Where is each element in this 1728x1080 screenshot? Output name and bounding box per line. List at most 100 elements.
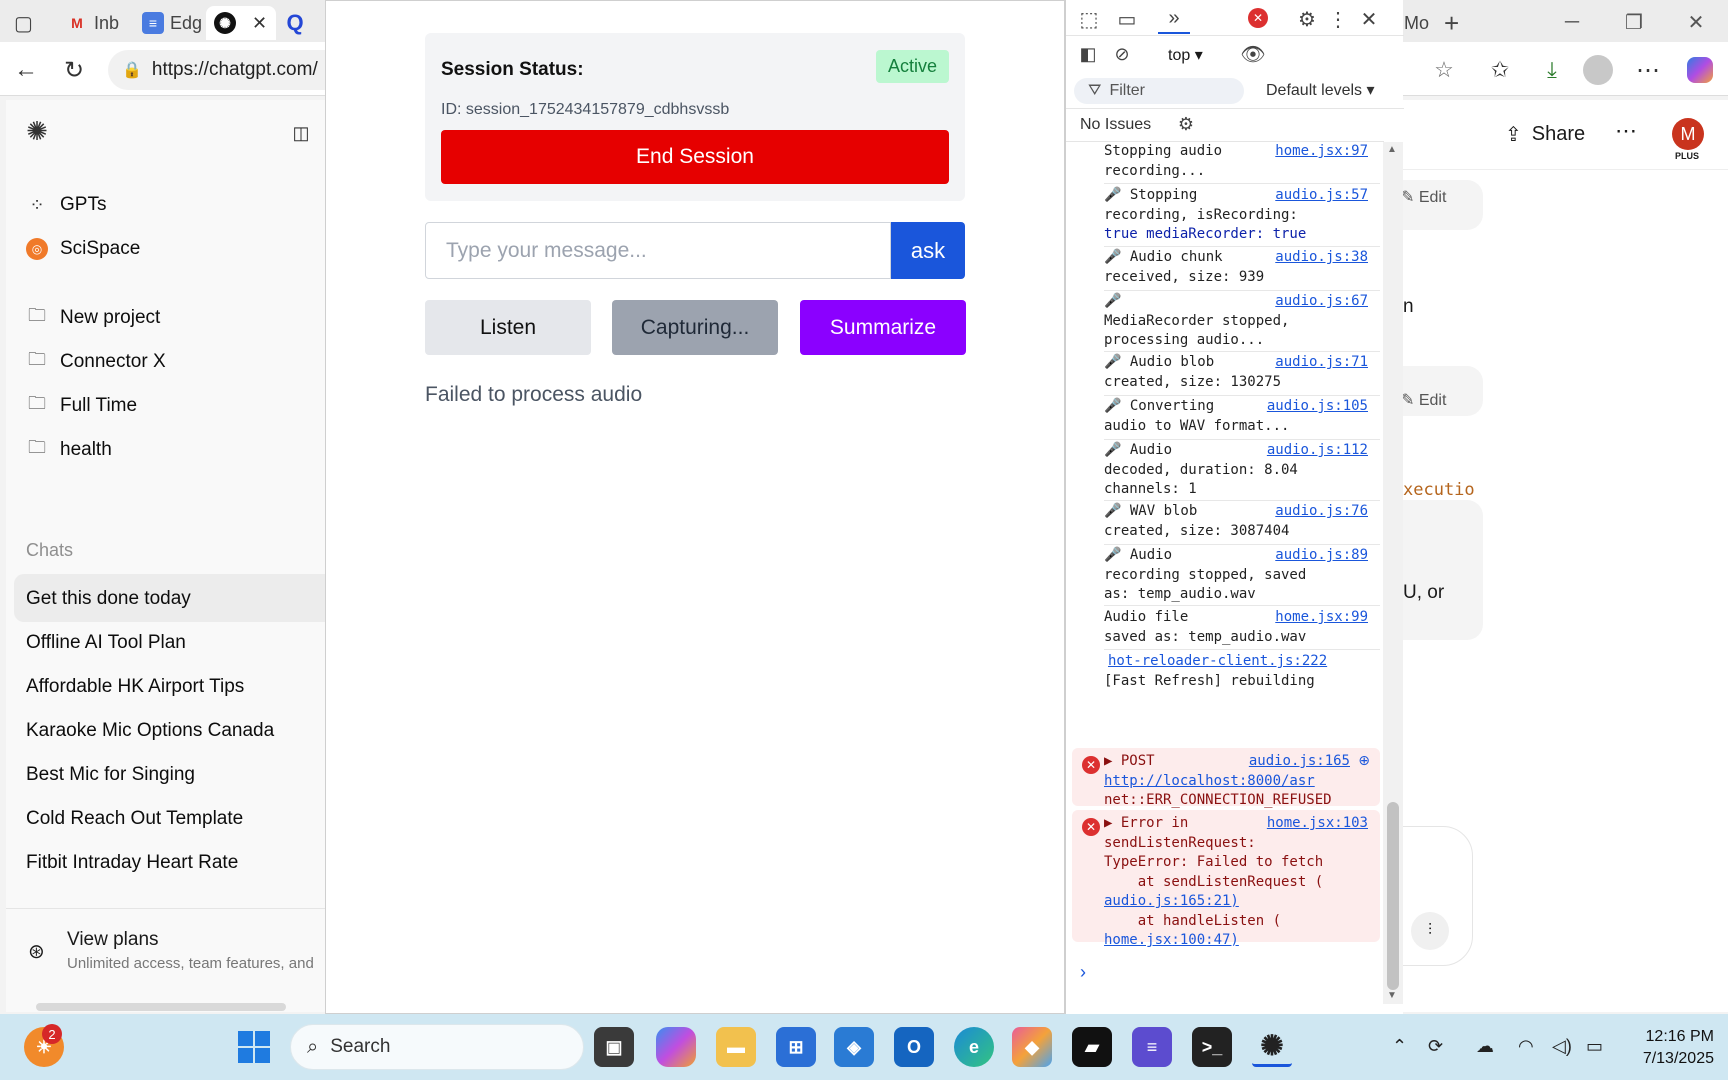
chat-item[interactable]: Get this done today: [26, 588, 191, 610]
share-button[interactable]: ⇪ Share: [1505, 122, 1585, 147]
error-count-icon[interactable]: ✕: [1248, 8, 1268, 28]
tab-docs[interactable]: ≡ Edg: [142, 6, 202, 40]
tab-right[interactable]: Mo: [1404, 6, 1429, 40]
stack-link[interactable]: home.jsx:100:47): [1104, 931, 1372, 951]
listen-button[interactable]: Listen: [425, 300, 591, 355]
console-settings-icon[interactable]: ⚙: [1174, 112, 1198, 136]
tab-chatgpt[interactable]: ✺ ✕: [206, 6, 276, 40]
network-icon[interactable]: ⊕: [1358, 752, 1370, 772]
sidebar-item-health[interactable]: 🗀 health: [26, 437, 112, 461]
wifi-icon[interactable]: ◠: [1518, 1036, 1534, 1057]
tray-overflow-icon[interactable]: ⌃: [1392, 1036, 1407, 1057]
copilot-app-icon[interactable]: [656, 1027, 696, 1067]
more-options-icon[interactable]: ⋯: [1615, 118, 1637, 144]
request-url-link[interactable]: http://localhost:8000/asr: [1104, 772, 1372, 792]
capturing-button[interactable]: Capturing...: [612, 300, 778, 355]
devtools-menu-icon[interactable]: ⋮: [1328, 6, 1348, 32]
settings-icon[interactable]: ⚙: [1294, 6, 1320, 32]
log-source-link[interactable]: audio.js:105: [1264, 397, 1368, 417]
store-icon[interactable]: ⊞: [776, 1027, 816, 1067]
end-session-button[interactable]: End Session: [441, 130, 949, 184]
log-source-link[interactable]: audio.js:76: [1273, 502, 1368, 522]
task-view-icon[interactable]: ▣: [594, 1027, 634, 1067]
live-expression-icon[interactable]: 👁: [1238, 42, 1268, 66]
edge-icon[interactable]: e: [954, 1027, 994, 1067]
favorite-icon[interactable]: ☆: [1426, 52, 1462, 88]
stack-link[interactable]: audio.js:165:21): [1104, 892, 1372, 912]
volume-icon[interactable]: ◁): [1552, 1036, 1572, 1057]
device-toolbar-icon[interactable]: ▭: [1114, 6, 1140, 32]
sidebar-item-gpts[interactable]: ⁘ GPTs: [26, 194, 106, 216]
log-source-link[interactable]: audio.js:165: [1246, 752, 1350, 772]
chat-item[interactable]: Karaoke Mic Options Canada: [26, 720, 274, 742]
voice-mode-icon[interactable]: ⫶: [1411, 912, 1449, 950]
sidebar-panel-icon[interactable]: ◧: [1076, 42, 1100, 66]
sidebar-item-scispace[interactable]: ◎ SciSpace: [26, 238, 140, 260]
chat-item[interactable]: Fitbit Intraday Heart Rate: [26, 852, 238, 874]
apps-icon[interactable]: ◆: [1012, 1027, 1052, 1067]
sidebar-scrollbar[interactable]: [36, 1003, 286, 1011]
more-tabs-icon[interactable]: »: [1158, 4, 1190, 34]
cursor-app-icon[interactable]: ▰: [1072, 1027, 1112, 1067]
edit-button[interactable]: ✎ Edit: [1401, 187, 1446, 207]
log-source-link[interactable]: home.jsx:97: [1273, 142, 1368, 162]
log-levels-dropdown[interactable]: Default levels ▾: [1266, 80, 1375, 100]
notes-app-icon[interactable]: ≡: [1132, 1027, 1172, 1067]
log-source-link[interactable]: audio.js:67: [1273, 292, 1368, 312]
taskbar-search[interactable]: ⌕ Search: [290, 1024, 584, 1070]
console-scrollbar[interactable]: ▲ ▼: [1383, 142, 1403, 1004]
chatgpt-taskbar-icon[interactable]: ✺: [1252, 1027, 1292, 1067]
console-filter-input[interactable]: ⛛ Filter: [1074, 78, 1244, 104]
devtools-close-icon[interactable]: ✕: [1356, 6, 1382, 32]
windows-start-icon[interactable]: [234, 1027, 274, 1067]
battery-icon[interactable]: ▭: [1586, 1036, 1603, 1057]
tab-close-icon[interactable]: ✕: [252, 13, 267, 34]
downloads-icon[interactable]: ⤓: [1534, 52, 1570, 88]
file-explorer-icon[interactable]: ▬: [716, 1027, 756, 1067]
chat-item[interactable]: Offline AI Tool Plan: [26, 632, 186, 654]
scroll-up-icon[interactable]: ▲: [1387, 144, 1397, 155]
log-source-link[interactable]: audio.js:71: [1273, 353, 1368, 373]
console-prompt[interactable]: ›: [1080, 962, 1086, 982]
chat-item[interactable]: Cold Reach Out Template: [26, 808, 243, 830]
more-icon[interactable]: ⋯: [1630, 52, 1666, 88]
chat-item[interactable]: Best Mic for Singing: [26, 764, 195, 786]
context-selector[interactable]: top ▾: [1168, 45, 1203, 65]
sidebar-item-full-time[interactable]: 🗀 Full Time: [26, 393, 137, 417]
log-source-link[interactable]: home.jsx:99: [1273, 608, 1368, 628]
sidebar-item-new-project[interactable]: 🗀 New project: [26, 305, 160, 329]
log-source-link[interactable]: hot-reloader-client.js:222: [1108, 653, 1327, 669]
log-source-link[interactable]: home.jsx:103: [1264, 814, 1368, 834]
avatar[interactable]: M: [1672, 118, 1704, 150]
log-source-link[interactable]: audio.js:112: [1264, 441, 1368, 461]
new-tab-button[interactable]: +: [1444, 6, 1459, 40]
scrollbar-thumb[interactable]: [1387, 802, 1399, 990]
outlook-icon[interactable]: O: [894, 1027, 934, 1067]
edit-button[interactable]: ✎ Edit: [1401, 390, 1446, 410]
log-source-link[interactable]: audio.js:57: [1273, 186, 1368, 206]
restore-icon[interactable]: ❐: [1610, 6, 1658, 38]
chatgpt-logo[interactable]: ✺: [26, 116, 48, 146]
back-icon[interactable]: ←: [8, 52, 44, 88]
message-input[interactable]: Type your message...: [425, 222, 891, 279]
tab-actions-icon[interactable]: ▢: [14, 6, 33, 40]
inspect-icon[interactable]: ⬚: [1076, 6, 1102, 32]
taskbar-clock[interactable]: 12:16 PM 7/13/2025: [1618, 1026, 1714, 1070]
tab-q[interactable]: Q: [284, 6, 306, 40]
terminal-icon[interactable]: >_: [1192, 1027, 1232, 1067]
tab-gmail[interactable]: M Inb: [66, 6, 119, 40]
summarize-button[interactable]: Summarize: [800, 300, 966, 355]
ask-button[interactable]: ask: [891, 222, 965, 279]
minimize-icon[interactable]: ─: [1548, 6, 1596, 38]
sidebar-toggle-icon[interactable]: ◫: [290, 122, 312, 144]
sync-icon[interactable]: ⟳: [1428, 1036, 1443, 1057]
log-source-link[interactable]: audio.js:89: [1273, 546, 1368, 566]
cloud-icon[interactable]: ☁: [1476, 1036, 1494, 1057]
log-source-link[interactable]: audio.js:38: [1273, 248, 1368, 268]
sidebar-item-connector-x[interactable]: 🗀 Connector X: [26, 349, 166, 373]
favorites-icon[interactable]: ✩: [1482, 52, 1518, 88]
copilot-icon[interactable]: [1682, 52, 1718, 88]
vscode-like-icon[interactable]: ◈: [834, 1027, 874, 1067]
issues-count[interactable]: No Issues: [1080, 116, 1151, 134]
chat-item[interactable]: Affordable HK Airport Tips: [26, 676, 244, 698]
